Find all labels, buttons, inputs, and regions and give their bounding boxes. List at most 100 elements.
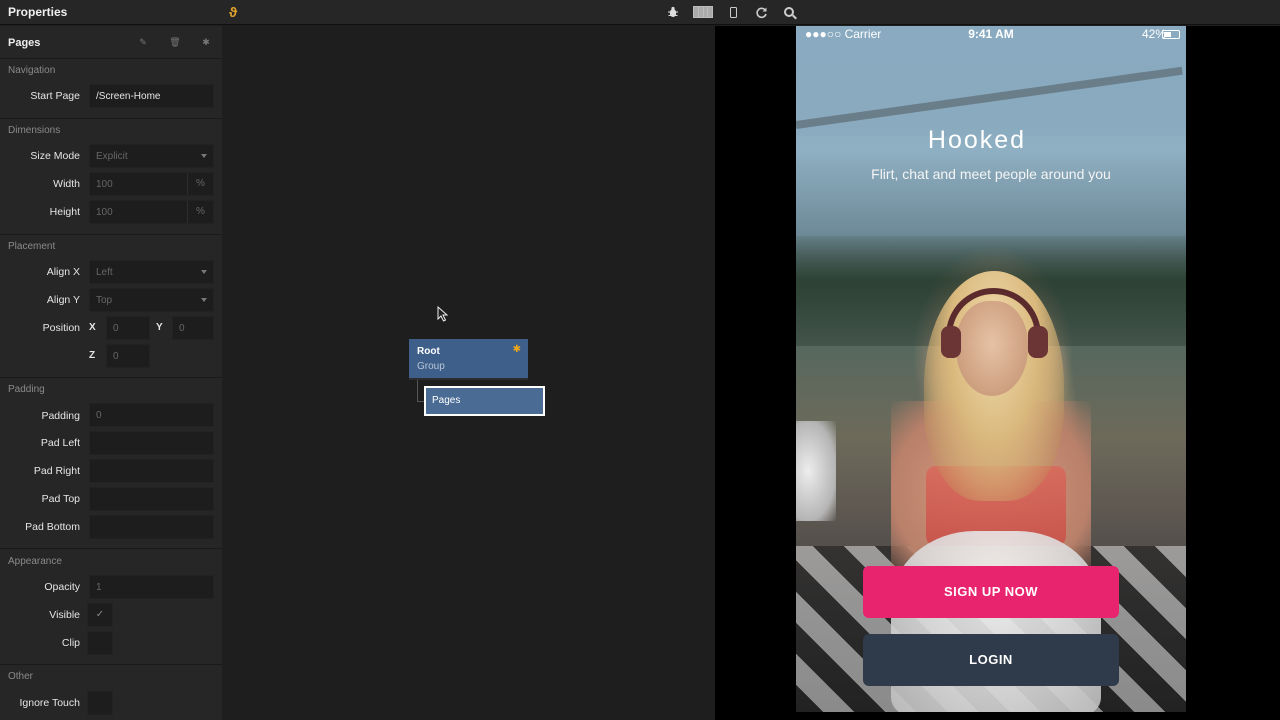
align-x-select[interactable]: Left [89,260,214,284]
top-toolbar: Properties ϑ [0,0,1280,25]
visible-label: Visible [49,609,80,621]
preview-area: ●●●○○ Carrier 9:41 AM 42% Hooked Flirt, … [715,26,1280,720]
padding-label: Padding [41,410,80,422]
height-label: Height [49,206,80,218]
size-mode-value: Explicit [96,151,128,162]
opacity-field[interactable]: 1 [89,575,214,599]
padding-value: 0 [96,410,102,421]
start-page-value: /Screen-Home [96,91,161,102]
app-subtitle: Flirt, chat and meet people around you [871,166,1111,182]
size-mode-select[interactable]: Explicit [89,144,214,168]
height-value: 100 [96,207,113,218]
divider [0,234,222,235]
properties-header: Pages ✎ 🗑 ✱ [0,26,222,59]
headphone-cup [1028,326,1048,358]
start-page-field[interactable]: /Screen-Home [89,84,214,108]
align-y-value: Top [96,295,113,306]
node-root-title: Root [417,346,440,357]
pad-right-field[interactable] [89,459,214,483]
checkmark-icon: ✓ [95,609,105,620]
section-padding: Padding [8,384,45,395]
bug-icon[interactable] [664,3,682,21]
align-x-label: Align X [46,266,80,278]
position-z-value: 0 [113,351,119,362]
clip-checkbox[interactable] [87,631,113,655]
ignore-touch-checkbox[interactable] [87,691,113,715]
position-y-value: 0 [179,323,185,334]
edit-icon[interactable]: ✎ [137,36,149,48]
position-z-field[interactable]: 0 [106,344,150,368]
pad-bottom-field[interactable] [89,515,214,539]
phone-icon[interactable] [724,3,742,21]
node-root[interactable]: Root Group ✱ [409,339,528,380]
position-x-label: X [89,322,96,333]
root-star-icon: ✱ [512,344,521,355]
app-logo-icon[interactable]: ϑ [229,3,245,21]
size-mode-label: Size Mode [30,150,80,162]
search-icon[interactable] [780,3,798,21]
padding-field[interactable]: 0 [89,403,214,427]
section-placement: Placement [8,241,56,252]
align-y-label: Align Y [46,294,80,306]
position-x-value: 0 [113,323,119,334]
headphone-cup [941,326,961,358]
panel-title: Properties [8,5,68,19]
mouse-cursor-icon [437,306,449,322]
phone-preview[interactable]: ●●●○○ Carrier 9:41 AM 42% Hooked Flirt, … [796,26,1186,712]
columns-icon[interactable] [692,3,714,21]
align-y-select[interactable]: Top [89,288,214,312]
start-page-label: Start Page [30,90,80,102]
width-label: Width [53,178,80,190]
background-car [796,421,836,521]
chevron-down-icon [201,298,207,302]
battery-icon [1162,30,1180,39]
properties-panel: Pages ✎ 🗑 ✱ Navigation Start Page /Scree… [0,26,222,720]
status-time: 9:41 AM [968,27,1014,41]
node-graph-canvas[interactable]: Root Group ✱ Pages [222,26,715,720]
visible-checkbox[interactable]: ✓ [87,603,113,627]
opacity-label: Opacity [44,581,80,593]
divider [0,118,222,119]
node-pages-title: Pages [432,395,461,406]
sign-up-button[interactable]: SIGN UP NOW [863,566,1119,618]
position-y-label: Y [156,322,163,333]
section-dimensions: Dimensions [8,125,61,136]
pad-right-label: Pad Right [33,465,80,477]
toolbar-icons [664,3,808,21]
section-appearance: Appearance [8,556,62,567]
chevron-down-icon [201,270,207,274]
pad-bottom-label: Pad Bottom [25,521,80,533]
divider [0,377,222,378]
divider [0,664,222,665]
width-field[interactable]: 100% [89,172,214,196]
height-field[interactable]: 100% [89,200,214,224]
position-label: Position [42,322,80,334]
node-root-type: Group [417,361,445,372]
pad-top-label: Pad Top [41,493,80,505]
position-z-label: Z [89,350,96,361]
opacity-value: 1 [96,582,102,593]
width-value: 100 [96,179,113,190]
node-pages[interactable]: Pages [424,386,545,416]
chevron-down-icon [201,154,207,158]
section-navigation: Navigation [8,65,56,76]
align-x-value: Left [96,267,113,278]
pad-left-field[interactable] [89,431,214,455]
app-title: Hooked [927,126,1027,154]
height-unit[interactable]: % [187,201,213,223]
position-y-field[interactable]: 0 [172,316,214,340]
section-other: Other [8,671,34,682]
ignore-touch-label: Ignore Touch [19,697,80,709]
clip-label: Clip [61,637,80,649]
settings-icon[interactable]: ✱ [200,36,212,48]
selected-node-name: Pages [8,37,41,49]
trash-icon[interactable]: 🗑 [169,36,181,48]
width-unit[interactable]: % [187,173,213,195]
refresh-icon[interactable] [752,3,770,21]
ios-status-bar: ●●●○○ Carrier 9:41 AM 42% [796,26,1186,44]
pad-top-field[interactable] [89,487,214,511]
divider [0,548,222,549]
position-x-field[interactable]: 0 [106,316,150,340]
pad-left-label: Pad Left [40,437,80,449]
login-button[interactable]: LOGIN [863,634,1119,686]
